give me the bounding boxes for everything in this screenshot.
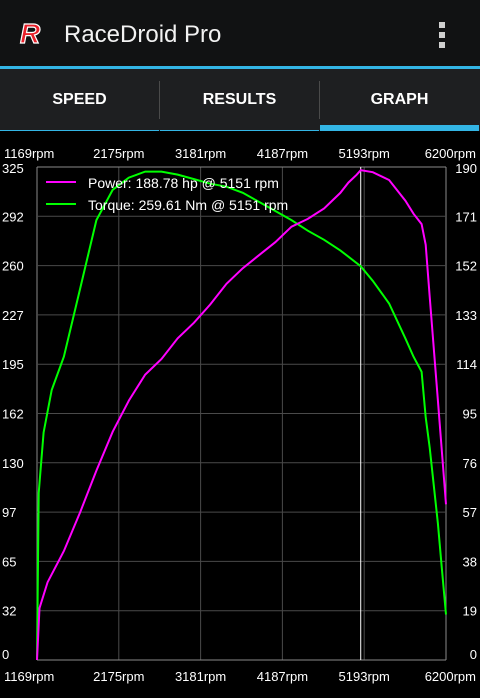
x-tick-label-bottom: 3181rpm: [175, 669, 226, 684]
logo-letter: R: [20, 20, 41, 46]
tab-bar: SPEED RESULTS GRAPH: [0, 69, 480, 131]
chart-grid: [36, 166, 447, 661]
x-tick-label-top: 4187rpm: [257, 146, 308, 161]
y-right-tick-label: 76: [463, 456, 477, 471]
racedroid-logo-icon: R: [19, 20, 41, 46]
y-right-tick-label: 133: [455, 308, 477, 323]
y-left-tick-label: 325: [2, 161, 24, 176]
x-tick-label-top: 5193rpm: [339, 146, 390, 161]
tab-results[interactable]: RESULTS: [160, 69, 319, 131]
y-left-tick-label: 195: [2, 357, 24, 372]
action-bar: R RaceDroid Pro: [0, 0, 480, 66]
tab-results-label: RESULTS: [202, 91, 277, 108]
y-left-tick-label: 0: [2, 647, 9, 662]
y-right-tick-label: 0: [470, 647, 477, 662]
y-right-tick-label: 19: [463, 604, 477, 619]
y-left-tick-label: 130: [2, 456, 24, 471]
y-left-tick-label: 162: [2, 407, 24, 422]
x-tick-label-top: 1169rpm: [4, 146, 54, 161]
y-right-tick-label: 95: [463, 407, 477, 422]
torque-series-line: [36, 170, 447, 661]
dyno-graph[interactable]: 1169rpm 1169rpm 2175rpm 2175rpm 3181rpm 3181r…: [0, 131, 480, 693]
y-right-tick-label: 57: [463, 505, 477, 520]
y-right-tick-label: 38: [463, 554, 477, 569]
x-tick-label-bottom: 4187rpm: [257, 669, 308, 684]
app-title: RaceDroid Pro: [64, 21, 222, 48]
tab-speed-label: SPEED: [52, 91, 107, 108]
y-left-tick-label: 227: [2, 308, 24, 323]
y-left-tick-label: 32: [2, 604, 16, 619]
y-left-tick-label: 292: [2, 209, 24, 224]
tab-graph-label: GRAPH: [370, 91, 429, 108]
x-tick-label-top: 3181rpm: [175, 146, 226, 161]
y-left-tick-label: 260: [2, 259, 24, 274]
legend-torque-text: Torque: 259.61 Nm @ 5151 rpm: [88, 197, 288, 213]
legend-power-text: Power: 188.78 hp @ 5151 rpm: [88, 175, 279, 191]
dyno-chart: 1169rpm 1169rpm 2175rpm 2175rpm 3181rpm 3181r…: [2, 146, 477, 684]
overflow-menu-icon[interactable]: [432, 20, 452, 50]
x-tick-label-bottom: 5193rpm: [339, 669, 390, 684]
y-left-tick-label: 97: [2, 505, 16, 520]
chart-legend: Power: 188.78 hp @ 5151 rpm Torque: 259.…: [46, 175, 288, 213]
x-tick-label-bottom: 2175rpm: [93, 669, 144, 684]
x-tick-label-bottom: 6200rpm: [425, 669, 476, 684]
tab-graph[interactable]: GRAPH: [320, 69, 479, 131]
y-right-tick-label: 171: [455, 209, 477, 224]
y-right-tick-label: 114: [456, 357, 477, 372]
tab-speed[interactable]: SPEED: [0, 69, 159, 131]
power-series-line: [36, 169, 447, 661]
y-right-tick-label: 190: [455, 161, 477, 176]
x-tick-label-bottom: 1169rpm: [4, 669, 54, 684]
x-tick-label-top: 6200rpm: [425, 146, 476, 161]
y-left-tick-label: 65: [2, 554, 16, 569]
x-tick-label-top: 2175rpm: [93, 146, 144, 161]
y-right-tick-label: 152: [455, 259, 477, 274]
chart-tick-labels: 1169rpm 1169rpm 2175rpm 2175rpm 3181rpm 3181r…: [2, 146, 477, 684]
